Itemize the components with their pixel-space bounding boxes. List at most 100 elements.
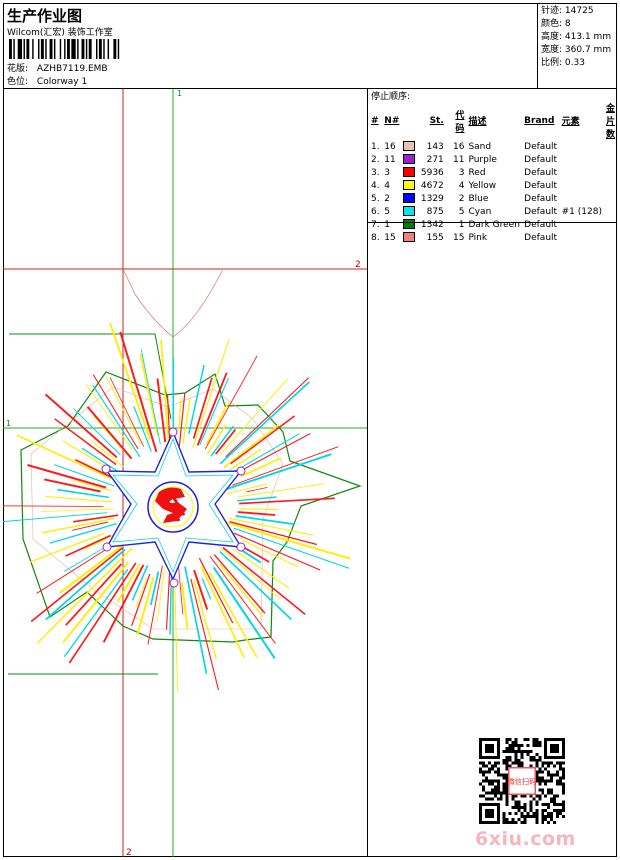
cell-num: 8. [371, 232, 380, 243]
table-row: 5. 2 1329 2 Blue Default [369, 192, 617, 205]
cell-swatch [401, 166, 418, 179]
ray-stroke [174, 582, 178, 691]
cell-code: 3 [458, 167, 465, 178]
ray-stroke [178, 398, 182, 430]
ray-stroke [239, 508, 279, 511]
ray-stroke [198, 557, 234, 624]
ray-stroke [139, 353, 159, 436]
stat-scale: 比例: 0.33 [541, 58, 585, 68]
ray-stroke [188, 364, 205, 435]
ray-stroke [222, 546, 306, 616]
cell-swatch [401, 140, 418, 153]
table-row: 2. 11 271 11 Purple Default [369, 153, 617, 166]
cell-seq [604, 153, 617, 166]
cell-st: 1342 [420, 219, 444, 230]
cell-elem [560, 153, 604, 166]
design-canvas: 1 2 1 2 [3, 89, 367, 857]
cell-elem [560, 231, 604, 244]
ray-stroke [149, 571, 160, 606]
color-swatch [403, 180, 416, 191]
cell-brand: Default [524, 206, 558, 217]
ray-stroke [30, 547, 123, 623]
ray-stroke [40, 508, 114, 512]
stat-stitches: 针迹: 14725 [541, 6, 594, 16]
cell-brand: Default [524, 141, 558, 152]
ray-stroke [57, 488, 109, 499]
guide-label-right: 2 [355, 260, 361, 270]
ray-stroke [208, 572, 258, 658]
cell-desc: Red [468, 167, 486, 178]
guide-label-bottom: 2 [126, 848, 132, 857]
guide-label-left: 1 [6, 419, 11, 428]
header: 生产作业图 Wilcom(汇宏) 装饰工作室 花版: AZHB7119.EMB … [3, 3, 538, 89]
cell-num: 1. [371, 141, 380, 152]
ray-stroke [165, 572, 171, 630]
cell-brand: Default [524, 154, 558, 165]
cell-desc: Dark Green [468, 219, 520, 230]
design-file: AZHB7119.EMB [36, 64, 108, 74]
ray-stroke [240, 539, 299, 568]
ray-stroke [3, 505, 104, 507]
cell-n: 15 [384, 232, 396, 243]
barcode [9, 39, 120, 59]
cell-desc: Blue [468, 193, 489, 204]
ray-stroke [233, 527, 350, 569]
cell-n: 16 [384, 141, 396, 152]
cell-code: 16 [452, 141, 465, 152]
color-swatch [403, 154, 416, 165]
colorway-value: Colorway 1 [36, 77, 88, 87]
ray-stroke [135, 577, 148, 608]
purple-dot-lower-right [236, 542, 246, 552]
col-brand: Brand [524, 115, 555, 126]
purple-dot-upper-right [236, 466, 246, 476]
cell-seq [604, 218, 617, 231]
cell-st: 875 [426, 206, 444, 217]
cell-n: 11 [384, 154, 396, 165]
cell-n: 3 [384, 167, 391, 178]
ray-stroke [49, 522, 117, 544]
ray-stroke [238, 483, 325, 498]
cell-st: 155 [426, 232, 444, 243]
cell-seq [604, 140, 617, 153]
cell-elem [560, 192, 604, 205]
page-title: 生产作业图 [7, 7, 83, 25]
cell-elem [560, 140, 604, 153]
ray-stroke [181, 582, 189, 629]
cell-seq [604, 166, 617, 179]
ray-stroke [62, 561, 129, 644]
cell-st: 1329 [420, 193, 444, 204]
table-row: 7. 1 1342 1 Dark Green Default [369, 218, 617, 231]
purple-dot-bottom [169, 578, 179, 588]
qr-seal-text: 微信扫码 [508, 777, 536, 786]
cell-swatch [401, 205, 418, 218]
cell-code: 2 [458, 193, 465, 204]
cell-n: 1 [384, 219, 391, 230]
table-header-row: # N# St. 代码 描述 Brand 元素 金片数 [369, 101, 617, 140]
cell-num: 2. [371, 154, 380, 165]
ray-stroke [239, 433, 311, 472]
cell-elem [560, 218, 604, 231]
cell-code: 4 [458, 180, 465, 191]
cell-num: 7. [371, 219, 380, 230]
cell-swatch [401, 231, 418, 244]
cell-code: 15 [452, 232, 465, 243]
stat-height: 高度: 413.1 mm [541, 32, 612, 42]
table-row: 3. 3 5936 3 Red Default [369, 166, 617, 179]
cell-code: 11 [452, 154, 465, 165]
watermark: 6xiu.com [475, 828, 576, 850]
cell-elem [560, 166, 604, 179]
ray-stroke [147, 565, 163, 645]
cell-brand: Default [524, 219, 558, 230]
cell-brand: Default [524, 167, 558, 178]
cell-seq [604, 231, 617, 244]
purple-dot-top [168, 427, 178, 437]
table-row: 6. 5 875 5 Cyan Default #1 (128) [369, 205, 617, 218]
ray-stroke [116, 563, 141, 603]
table-row: 1. 16 143 16 Sand Default [369, 140, 617, 153]
col-swatch [401, 101, 418, 140]
design-row: 花版: AZHB7119.EMB [7, 61, 108, 74]
color-swatch [403, 206, 416, 217]
guide-label-top: 1 [177, 89, 182, 98]
cell-n: 5 [384, 206, 391, 217]
col-elem: 元素 [561, 117, 580, 127]
